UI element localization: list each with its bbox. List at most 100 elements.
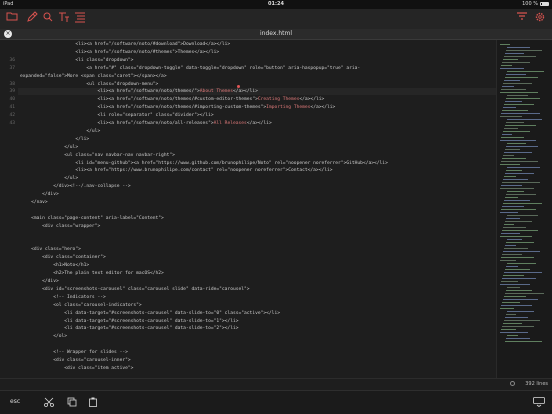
- esc-button[interactable]: esc: [10, 397, 20, 407]
- code-line[interactable]: <a href="#" class="dropdown-toggle" data…: [20, 66, 492, 71]
- clock: 01:24: [268, 1, 284, 7]
- minimap-line: [501, 329, 516, 330]
- code-line[interactable]: <li><a href="/software/noto/themes/#cust…: [20, 97, 492, 102]
- minimap-line: [500, 92, 538, 93]
- code-line[interactable]: <div class="carousel-inner">: [20, 358, 492, 363]
- minimap[interactable]: [496, 40, 552, 378]
- edit-icon[interactable]: [24, 11, 40, 27]
- battery-percent: 100 %: [522, 1, 538, 7]
- minimap-line: [505, 269, 530, 270]
- minimap-line: [502, 158, 526, 159]
- code-line[interactable]: </nav>: [20, 200, 492, 205]
- minimap-line: [502, 302, 520, 303]
- code-line[interactable]: <!-- Indicators -->: [20, 295, 492, 300]
- copy-button[interactable]: [67, 397, 77, 410]
- code-editor[interactable]: 36 37 38 39 40 41 42 43 <li><a href="/software/…: [0, 40, 496, 378]
- code-line[interactable]: </div><!--/.nav-collapse -->: [20, 184, 492, 189]
- search-icon[interactable]: [40, 11, 56, 27]
- minimap-line: [500, 116, 522, 117]
- search-match: Importing Themes: [266, 105, 311, 111]
- code-line[interactable]: <li data-target="#screenshots-carousel" …: [20, 326, 492, 331]
- code-line[interactable]: <div class="container">: [20, 255, 492, 260]
- minimap-line: [501, 185, 522, 186]
- minimap-line: [502, 278, 536, 279]
- code-line[interactable]: </div>: [20, 279, 492, 284]
- code-line[interactable]: <li><a href="/software/noto/#download">D…: [20, 42, 492, 47]
- minimap-line: [506, 218, 520, 219]
- code-line[interactable]: <li data-target="#screenshots-carousel" …: [20, 319, 492, 324]
- minimap-line: [503, 107, 516, 108]
- minimap-line: [505, 245, 516, 246]
- minimap-line: [507, 119, 542, 120]
- minimap-line: [507, 263, 536, 264]
- code-line[interactable]: <div id="screenshots-carousel" class="ca…: [20, 287, 492, 292]
- minimap-line: [504, 296, 526, 297]
- code-line[interactable]: </ul>: [20, 145, 492, 150]
- text-style-icon[interactable]: [56, 11, 72, 27]
- toolbar: [0, 9, 552, 29]
- line-number: 41: [9, 105, 15, 111]
- gear-icon[interactable]: [532, 11, 548, 27]
- minimap-line: [500, 212, 518, 213]
- code-line[interactable]: <div class="hero">: [20, 247, 492, 252]
- minimap-line: [503, 275, 524, 276]
- folder-icon[interactable]: [4, 11, 20, 27]
- minimap-line: [500, 308, 514, 309]
- code-line[interactable]: <li><a href="/software/noto/themes/">Abo…: [20, 89, 492, 94]
- line-number-gutter: 36 37 38 39 40 41 42 43: [0, 40, 18, 378]
- code-line[interactable]: <li><a href="https://www.brunophilipe.co…: [20, 168, 492, 173]
- keyboard-accessory-bar: esc: [0, 390, 552, 414]
- code-line[interactable]: <li id="menu-github"><a href="https://ww…: [20, 161, 492, 166]
- code-line[interactable]: <li class="dropdown">: [20, 58, 492, 63]
- minimap-line: [500, 332, 528, 333]
- outline-icon[interactable]: [72, 11, 88, 27]
- minimap-line: [501, 89, 526, 90]
- minimap-line: [504, 176, 516, 177]
- minimap-line: [500, 44, 510, 45]
- minimap-line: [507, 71, 544, 72]
- code-line[interactable]: <li data-target="#screenshots-carousel" …: [20, 311, 492, 316]
- code-line[interactable]: <li><a href="/software/noto/themes/#impo…: [20, 105, 492, 110]
- minimap-line: [500, 284, 530, 285]
- minimap-line: [504, 320, 540, 321]
- code-line[interactable]: <ul class="nav navbar-nav navbar-right">: [20, 153, 492, 158]
- minimap-line: [506, 170, 522, 171]
- code-line[interactable]: <ul class="dropdown-menu">: [20, 82, 492, 87]
- minimap-line: [501, 209, 536, 210]
- code-line[interactable]: expanded="false">More <span class="caret…: [20, 74, 492, 79]
- minimap-line: [504, 152, 532, 153]
- code-line[interactable]: <div class="wrapper">: [20, 224, 492, 229]
- tab-bar: × index.html: [0, 29, 552, 40]
- keyboard-dismiss-button[interactable]: [533, 397, 545, 410]
- code-line[interactable]: </ol>: [20, 334, 492, 339]
- minimap-line: [503, 83, 532, 84]
- line-number: 40: [9, 97, 15, 103]
- code-line[interactable]: </div>: [20, 192, 492, 197]
- code-line[interactable]: <li role="separator" class="divider"></l…: [20, 113, 492, 118]
- minimap-line: [506, 74, 526, 75]
- code-line[interactable]: </li>: [20, 137, 492, 142]
- minimap-line: [501, 281, 518, 282]
- code-line[interactable]: <h1>Noto</h1>: [20, 263, 492, 268]
- code-line[interactable]: <main class="page-content" aria-label="C…: [20, 216, 492, 221]
- code-line[interactable]: <!-- Wrapper for slides -->: [20, 350, 492, 355]
- minimap-line: [506, 266, 518, 267]
- tab-title[interactable]: index.html: [0, 30, 552, 37]
- minimap-line: [504, 224, 514, 225]
- minimap-line: [500, 140, 536, 141]
- code-line[interactable]: <ol class="carousel-indicators">: [20, 303, 492, 308]
- paste-button[interactable]: [88, 397, 98, 410]
- code-line[interactable]: <h2>The plain text editor for macOS</h2>: [20, 271, 492, 276]
- minimap-line: [504, 200, 530, 201]
- minimap-line: [502, 206, 524, 207]
- code-line[interactable]: <li><a href="/software/noto/#themes">The…: [20, 50, 492, 55]
- code-line[interactable]: </ul>: [20, 176, 492, 181]
- cut-button[interactable]: [43, 397, 55, 410]
- minimap-line: [502, 62, 530, 63]
- code-line[interactable]: </ul>: [20, 129, 492, 134]
- code-line[interactable]: <li><a href="/software/noto/all-releases…: [20, 121, 492, 126]
- code-line[interactable]: <div class="item active">: [20, 366, 492, 371]
- minimap-line: [503, 299, 538, 300]
- filter-icon[interactable]: [514, 11, 530, 27]
- line-number: 37: [9, 65, 15, 71]
